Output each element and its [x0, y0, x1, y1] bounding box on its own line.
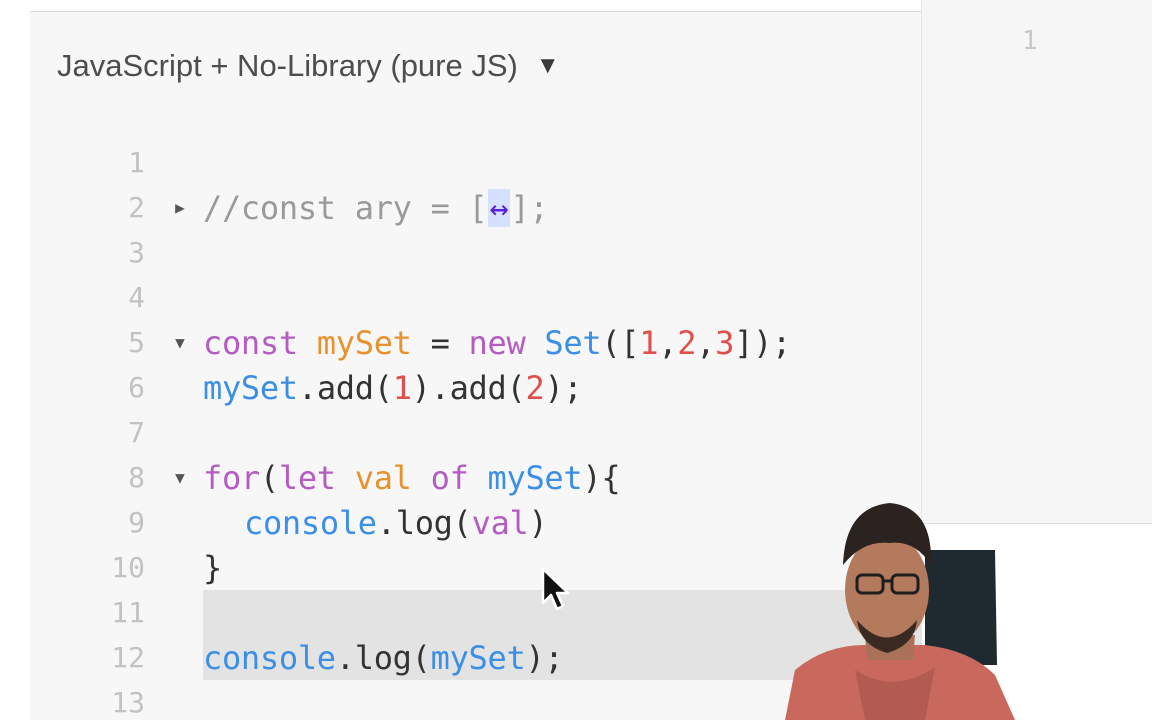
code-token: ( — [373, 368, 393, 407]
code-token: for — [203, 458, 260, 497]
code-line[interactable]: 7 — [30, 410, 921, 455]
code-token: console — [244, 503, 377, 542]
caret-down-icon[interactable]: ▼ — [536, 52, 560, 80]
code-token: 2 — [677, 323, 697, 362]
line-number: 13 — [111, 686, 145, 719]
code-text[interactable]: console.log(val) — [203, 503, 548, 542]
code-token: . — [335, 638, 355, 677]
code-token: //const ary = [ — [203, 188, 488, 227]
line-number: 7 — [128, 416, 145, 449]
code-token: ]); — [734, 323, 792, 362]
panel-top-bar — [30, 0, 921, 12]
code-text[interactable]: //const ary = [↔]; — [203, 188, 549, 227]
line-number: 10 — [111, 551, 145, 584]
code-token: let — [278, 458, 355, 497]
code-token: ( — [259, 458, 279, 497]
output-panel[interactable]: 1 — [922, 0, 1152, 524]
code-token: . — [376, 503, 396, 542]
code-token: new — [468, 323, 545, 362]
code-token: of — [430, 458, 488, 497]
line-number: 4 — [128, 281, 145, 314]
code-token: val — [354, 458, 431, 497]
code-token: 2 — [525, 368, 545, 407]
code-token: ); — [544, 368, 583, 407]
code-token: = — [411, 323, 469, 362]
fold-closed-icon[interactable]: ▶ — [170, 185, 190, 230]
code-line[interactable]: 1 — [30, 140, 921, 185]
code-token: ){ — [582, 458, 621, 497]
code-token: log — [395, 503, 453, 542]
line-number: 6 — [128, 371, 145, 404]
code-text[interactable]: const mySet = new Set([1,2,3]); — [203, 324, 791, 362]
code-token: add — [449, 368, 507, 407]
webcam-overlay — [785, 503, 1015, 720]
line-number: 1 — [128, 146, 145, 179]
code-token: ( — [506, 368, 526, 407]
code-token: ( — [411, 638, 431, 677]
code-line[interactable]: 5 ▼ const mySet = new Set([1,2,3]); — [30, 320, 921, 365]
code-token: mySet — [203, 368, 298, 407]
code-line[interactable]: 6 mySet.add(1).add(2); — [30, 365, 921, 410]
line-number: 12 — [111, 641, 145, 674]
code-token: mySet — [316, 323, 412, 362]
line-number: 9 — [128, 506, 145, 539]
mouse-pointer-icon — [541, 567, 570, 611]
language-selector[interactable]: JavaScript + No-Library (pure JS) ▼ — [57, 46, 560, 86]
code-token: mySet — [487, 458, 583, 497]
code-token: , — [658, 323, 678, 362]
code-line[interactable]: 3 — [30, 230, 921, 275]
fold-open-icon[interactable]: ▼ — [170, 320, 190, 365]
code-token: } — [203, 548, 222, 587]
code-line[interactable]: 4 — [30, 275, 921, 320]
fold-open-icon[interactable]: ▼ — [170, 455, 190, 500]
code-token: add — [316, 368, 374, 407]
line-number: 8 — [128, 461, 145, 494]
code-line[interactable]: 2 ▶ //const ary = [↔]; — [30, 185, 921, 230]
left-gutter — [0, 0, 31, 720]
code-text[interactable]: } — [203, 549, 222, 587]
code-token: ) — [528, 503, 548, 542]
code-token: log — [354, 638, 412, 677]
code-token: ([ — [601, 323, 640, 362]
line-number: 5 — [128, 326, 145, 359]
code-token: 1 — [639, 323, 659, 362]
code-token: ( — [452, 503, 472, 542]
line-number: 2 — [128, 191, 145, 224]
line-number: 11 — [111, 596, 145, 629]
code-text[interactable]: for(let val of mySet){ — [203, 458, 621, 497]
code-token: ↔ — [487, 188, 511, 227]
code-token: ); — [525, 638, 564, 677]
language-label: JavaScript + No-Library (pure JS) — [57, 48, 518, 83]
code-token: Set — [544, 323, 602, 362]
code-token: mySet — [430, 638, 526, 677]
code-token: ]; — [510, 188, 549, 227]
code-token: 1 — [392, 368, 412, 407]
code-token: val — [471, 503, 529, 542]
code-token: const — [203, 323, 317, 362]
line-number: 3 — [128, 236, 145, 269]
code-token: ). — [411, 368, 450, 407]
code-line[interactable]: 8 ▼ for(let val of mySet){ — [30, 455, 921, 500]
code-token: . — [297, 368, 317, 407]
code-token: console — [203, 638, 336, 677]
code-token: , — [696, 323, 716, 362]
code-token: 3 — [715, 323, 735, 362]
code-text[interactable]: console.log(mySet); — [203, 638, 564, 677]
code-text[interactable]: mySet.add(1).add(2); — [203, 368, 583, 407]
output-line-number: 1 — [1022, 26, 1038, 56]
